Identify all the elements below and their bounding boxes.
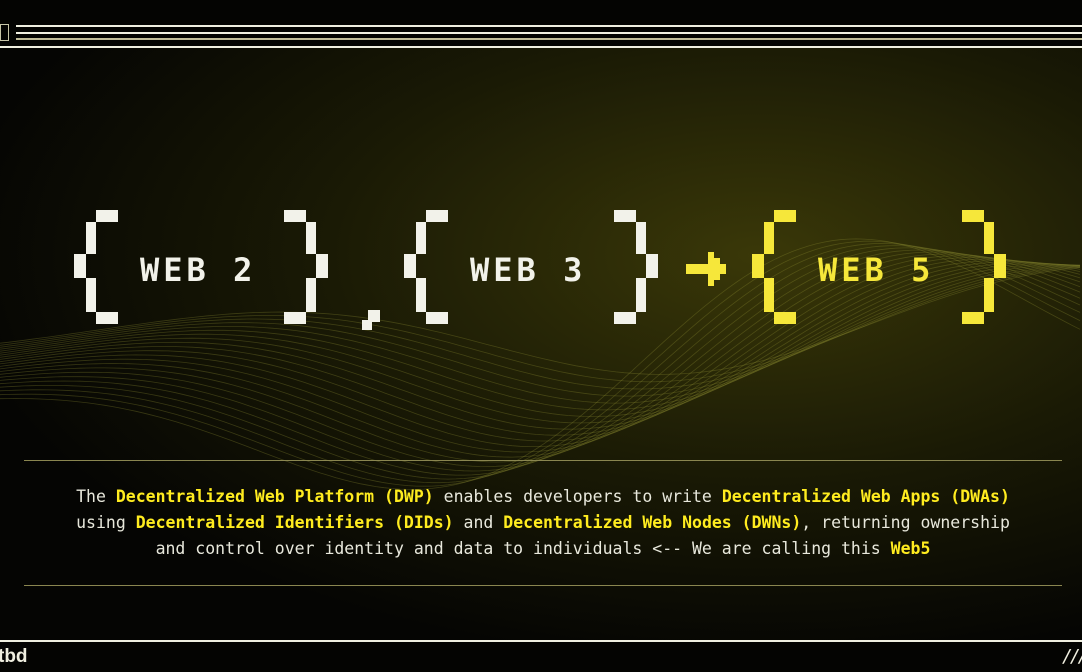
description-segment: The: [76, 487, 116, 506]
highlight-term: Web5: [890, 539, 931, 558]
comma-separator: [362, 310, 380, 330]
description-line: using Decentralized Identifiers (DIDs) a…: [24, 510, 1062, 536]
description-segment: and control over identity and data to in…: [155, 539, 891, 558]
web2-label: WEB 2: [140, 251, 257, 289]
close-brace-web5: [962, 210, 1008, 326]
highlight-term: Decentralized Web Platform (DWP): [115, 487, 434, 506]
right-arrow-icon: [686, 252, 726, 286]
highlight-term: Decentralized Web Apps (DWAs): [721, 487, 1010, 506]
close-brace-web2: [284, 210, 330, 326]
slash-mark: ///: [1062, 646, 1082, 667]
description-text: The Decentralized Web Platform (DWP) ena…: [24, 484, 1062, 562]
web3-label: WEB 3: [470, 251, 587, 289]
highlight-term: Decentralized Identifiers (DIDs): [135, 513, 454, 532]
open-brace-web5: [752, 210, 798, 326]
open-brace-web3: [404, 210, 450, 326]
web5-label: WEB 5: [818, 251, 935, 289]
footer-divider: [0, 640, 1082, 642]
description-segment: and: [453, 513, 504, 532]
highlight-term: Decentralized Web Nodes (DWNs): [503, 513, 802, 532]
description-line: and control over identity and data to in…: [24, 536, 1062, 562]
close-brace-web3: [614, 210, 660, 326]
window-box-icon: [0, 24, 9, 41]
description-segment: enables developers to write: [433, 487, 722, 506]
description-line: The Decentralized Web Platform (DWP) ena…: [24, 484, 1062, 510]
tbd-logo: tbd: [0, 646, 28, 667]
description-segment: , returning ownership: [801, 513, 1010, 532]
description-segment: using: [76, 513, 136, 532]
divider-top: [24, 460, 1062, 461]
divider-bottom: [24, 585, 1062, 586]
open-brace-web2: [74, 210, 120, 326]
